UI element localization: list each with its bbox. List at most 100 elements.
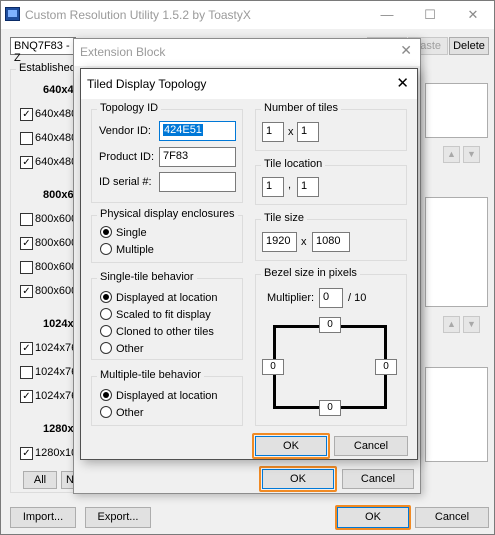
multiple-tile-label: Multiple-tile behavior (97, 369, 204, 381)
radio-other-single[interactable] (100, 342, 112, 354)
down-arrow-icon[interactable]: ▼ (463, 146, 480, 163)
checkbox-1024-3[interactable]: ✓ (20, 390, 33, 403)
product-id-input[interactable]: 7F83 (159, 147, 236, 167)
radio-label: Displayed at location (116, 292, 218, 304)
radio-cloned[interactable] (100, 325, 112, 337)
radio-multiple-enclosure[interactable] (100, 243, 112, 255)
checkbox-label: 1024x76 (35, 342, 78, 354)
delete-button[interactable]: Delete (449, 37, 489, 55)
checkbox-1280-1[interactable]: ✓ (20, 447, 33, 460)
multiplier-label: Multiplier: (267, 292, 315, 304)
checkbox-label: 1024x76 (35, 366, 78, 378)
tile-location-y-input[interactable]: 1 (297, 177, 319, 197)
up-arrow-icon[interactable]: ▲ (443, 316, 460, 333)
main-cancel-button[interactable]: Cancel (415, 507, 489, 528)
radio-label: Displayed at location (116, 390, 218, 402)
radio-displayed-at-location[interactable] (100, 291, 112, 303)
radio-scaled-to-fit[interactable] (100, 308, 112, 320)
checkbox-640-3[interactable]: ✓ (20, 156, 33, 169)
app-icon (5, 7, 20, 21)
radio-label: Other (116, 343, 144, 355)
radio-label: Cloned to other tiles (116, 326, 214, 338)
product-id-label: Product ID: (99, 151, 155, 163)
radio-label: Multiple (116, 244, 154, 256)
bezel-right-input[interactable]: 0 (375, 359, 397, 375)
bezel-label: Bezel size in pixels (261, 267, 360, 279)
ext-ok-highlight (259, 466, 337, 492)
checkbox-800-2[interactable]: ✓ (20, 237, 33, 250)
extension-blocks-list[interactable] (425, 367, 488, 462)
bezel-diagram (273, 325, 387, 409)
single-tile-label: Single-tile behavior (97, 271, 197, 283)
tile-location-label: Tile location (261, 158, 326, 170)
multiplier-input[interactable]: 0 (319, 288, 343, 308)
radio-label: Single (116, 227, 147, 239)
detailed-resolutions-list[interactable] (425, 83, 488, 138)
radio-label: Scaled to fit display (116, 309, 211, 321)
checkbox-label: 640x480 (35, 108, 78, 120)
established-label: Established (16, 62, 79, 74)
all-button[interactable]: All (23, 471, 57, 489)
checkbox-label: 640x480 (35, 132, 78, 144)
vendor-id-input[interactable]: 424E51 (159, 121, 236, 141)
bezel-bottom-input[interactable]: 0 (319, 400, 341, 416)
id-serial-input[interactable] (159, 172, 236, 192)
vendor-id-value: 424E51 (163, 124, 203, 136)
extension-block-titlebar: Extension Block ✕ (74, 39, 420, 66)
checkbox-640-2[interactable] (20, 132, 33, 145)
vendor-id-label: Vendor ID: (99, 125, 151, 137)
divisor-label: / 10 (348, 292, 367, 304)
close-icon[interactable]: ✕ (400, 42, 412, 59)
tile-height-input[interactable]: 1080 (312, 232, 350, 252)
number-of-tiles-label: Number of tiles (261, 102, 341, 114)
id-serial-label: ID serial #: (99, 176, 152, 188)
checkbox-label: 800x600 (35, 285, 78, 297)
topology-id-label: Topology ID (97, 102, 162, 114)
close-icon[interactable]: ✕ (396, 74, 409, 92)
checkbox-640-1[interactable]: ✓ (20, 108, 33, 121)
import-button[interactable]: Import... (10, 507, 76, 528)
minimize-icon[interactable]: — (373, 5, 401, 25)
maximize-icon[interactable]: ☐ (416, 5, 444, 25)
radio-multi-other[interactable] (100, 406, 112, 418)
ext-cancel-button[interactable]: Cancel (342, 469, 414, 489)
enclosures-label: Physical display enclosures (97, 208, 238, 220)
checkbox-label: 640x480 (35, 156, 78, 168)
x-separator: x (288, 126, 294, 138)
tdt-title: Tiled Display Topology (87, 77, 207, 91)
checkbox-label: 1280x10 (35, 447, 78, 459)
main-title: Custom Resolution Utility 1.5.2 by Toast… (25, 8, 251, 22)
close-icon[interactable]: ✕ (459, 5, 487, 25)
tdt-titlebar: Tiled Display Topology ✕ (81, 69, 417, 99)
tile-width-input[interactable]: 1920 (262, 232, 297, 252)
extension-block-title: Extension Block (80, 45, 166, 59)
checkbox-label: 800x600 (35, 237, 78, 249)
radio-single-enclosure[interactable] (100, 226, 112, 238)
checkbox-800-1[interactable] (20, 213, 33, 226)
checkbox-label: 1024x76 (35, 390, 78, 402)
x-separator: x (301, 236, 307, 248)
checkbox-1024-1[interactable]: ✓ (20, 342, 33, 355)
bezel-top-input[interactable]: 0 (319, 317, 341, 333)
comma-separator: , (288, 179, 292, 191)
tdt-cancel-button[interactable]: Cancel (334, 436, 408, 456)
standard-resolutions-list[interactable] (425, 197, 488, 307)
tiles-horizontal-input[interactable]: 1 (262, 122, 284, 142)
checkbox-label: 800x600 (35, 261, 78, 273)
export-button[interactable]: Export... (85, 507, 151, 528)
bezel-left-input[interactable]: 0 (262, 359, 284, 375)
enclosures-group: Physical display enclosures (91, 208, 243, 263)
down-arrow-icon[interactable]: ▼ (463, 316, 480, 333)
main-titlebar: Custom Resolution Utility 1.5.2 by Toast… (1, 1, 494, 29)
tdt-ok-highlight (252, 433, 330, 459)
checkbox-800-4[interactable]: ✓ (20, 285, 33, 298)
radio-multi-displayed[interactable] (100, 389, 112, 401)
up-arrow-icon[interactable]: ▲ (443, 146, 460, 163)
checkbox-1024-2[interactable] (20, 366, 33, 379)
tiled-display-topology-dialog: Tiled Display Topology ✕ Topology ID Ven… (80, 68, 418, 460)
monitor-select[interactable]: BNQ7F83 - Z (10, 37, 76, 64)
tiles-vertical-input[interactable]: 1 (297, 122, 319, 142)
checkbox-800-3[interactable] (20, 261, 33, 274)
tile-location-x-input[interactable]: 1 (262, 177, 284, 197)
checkbox-label: 800x600 (35, 213, 78, 225)
